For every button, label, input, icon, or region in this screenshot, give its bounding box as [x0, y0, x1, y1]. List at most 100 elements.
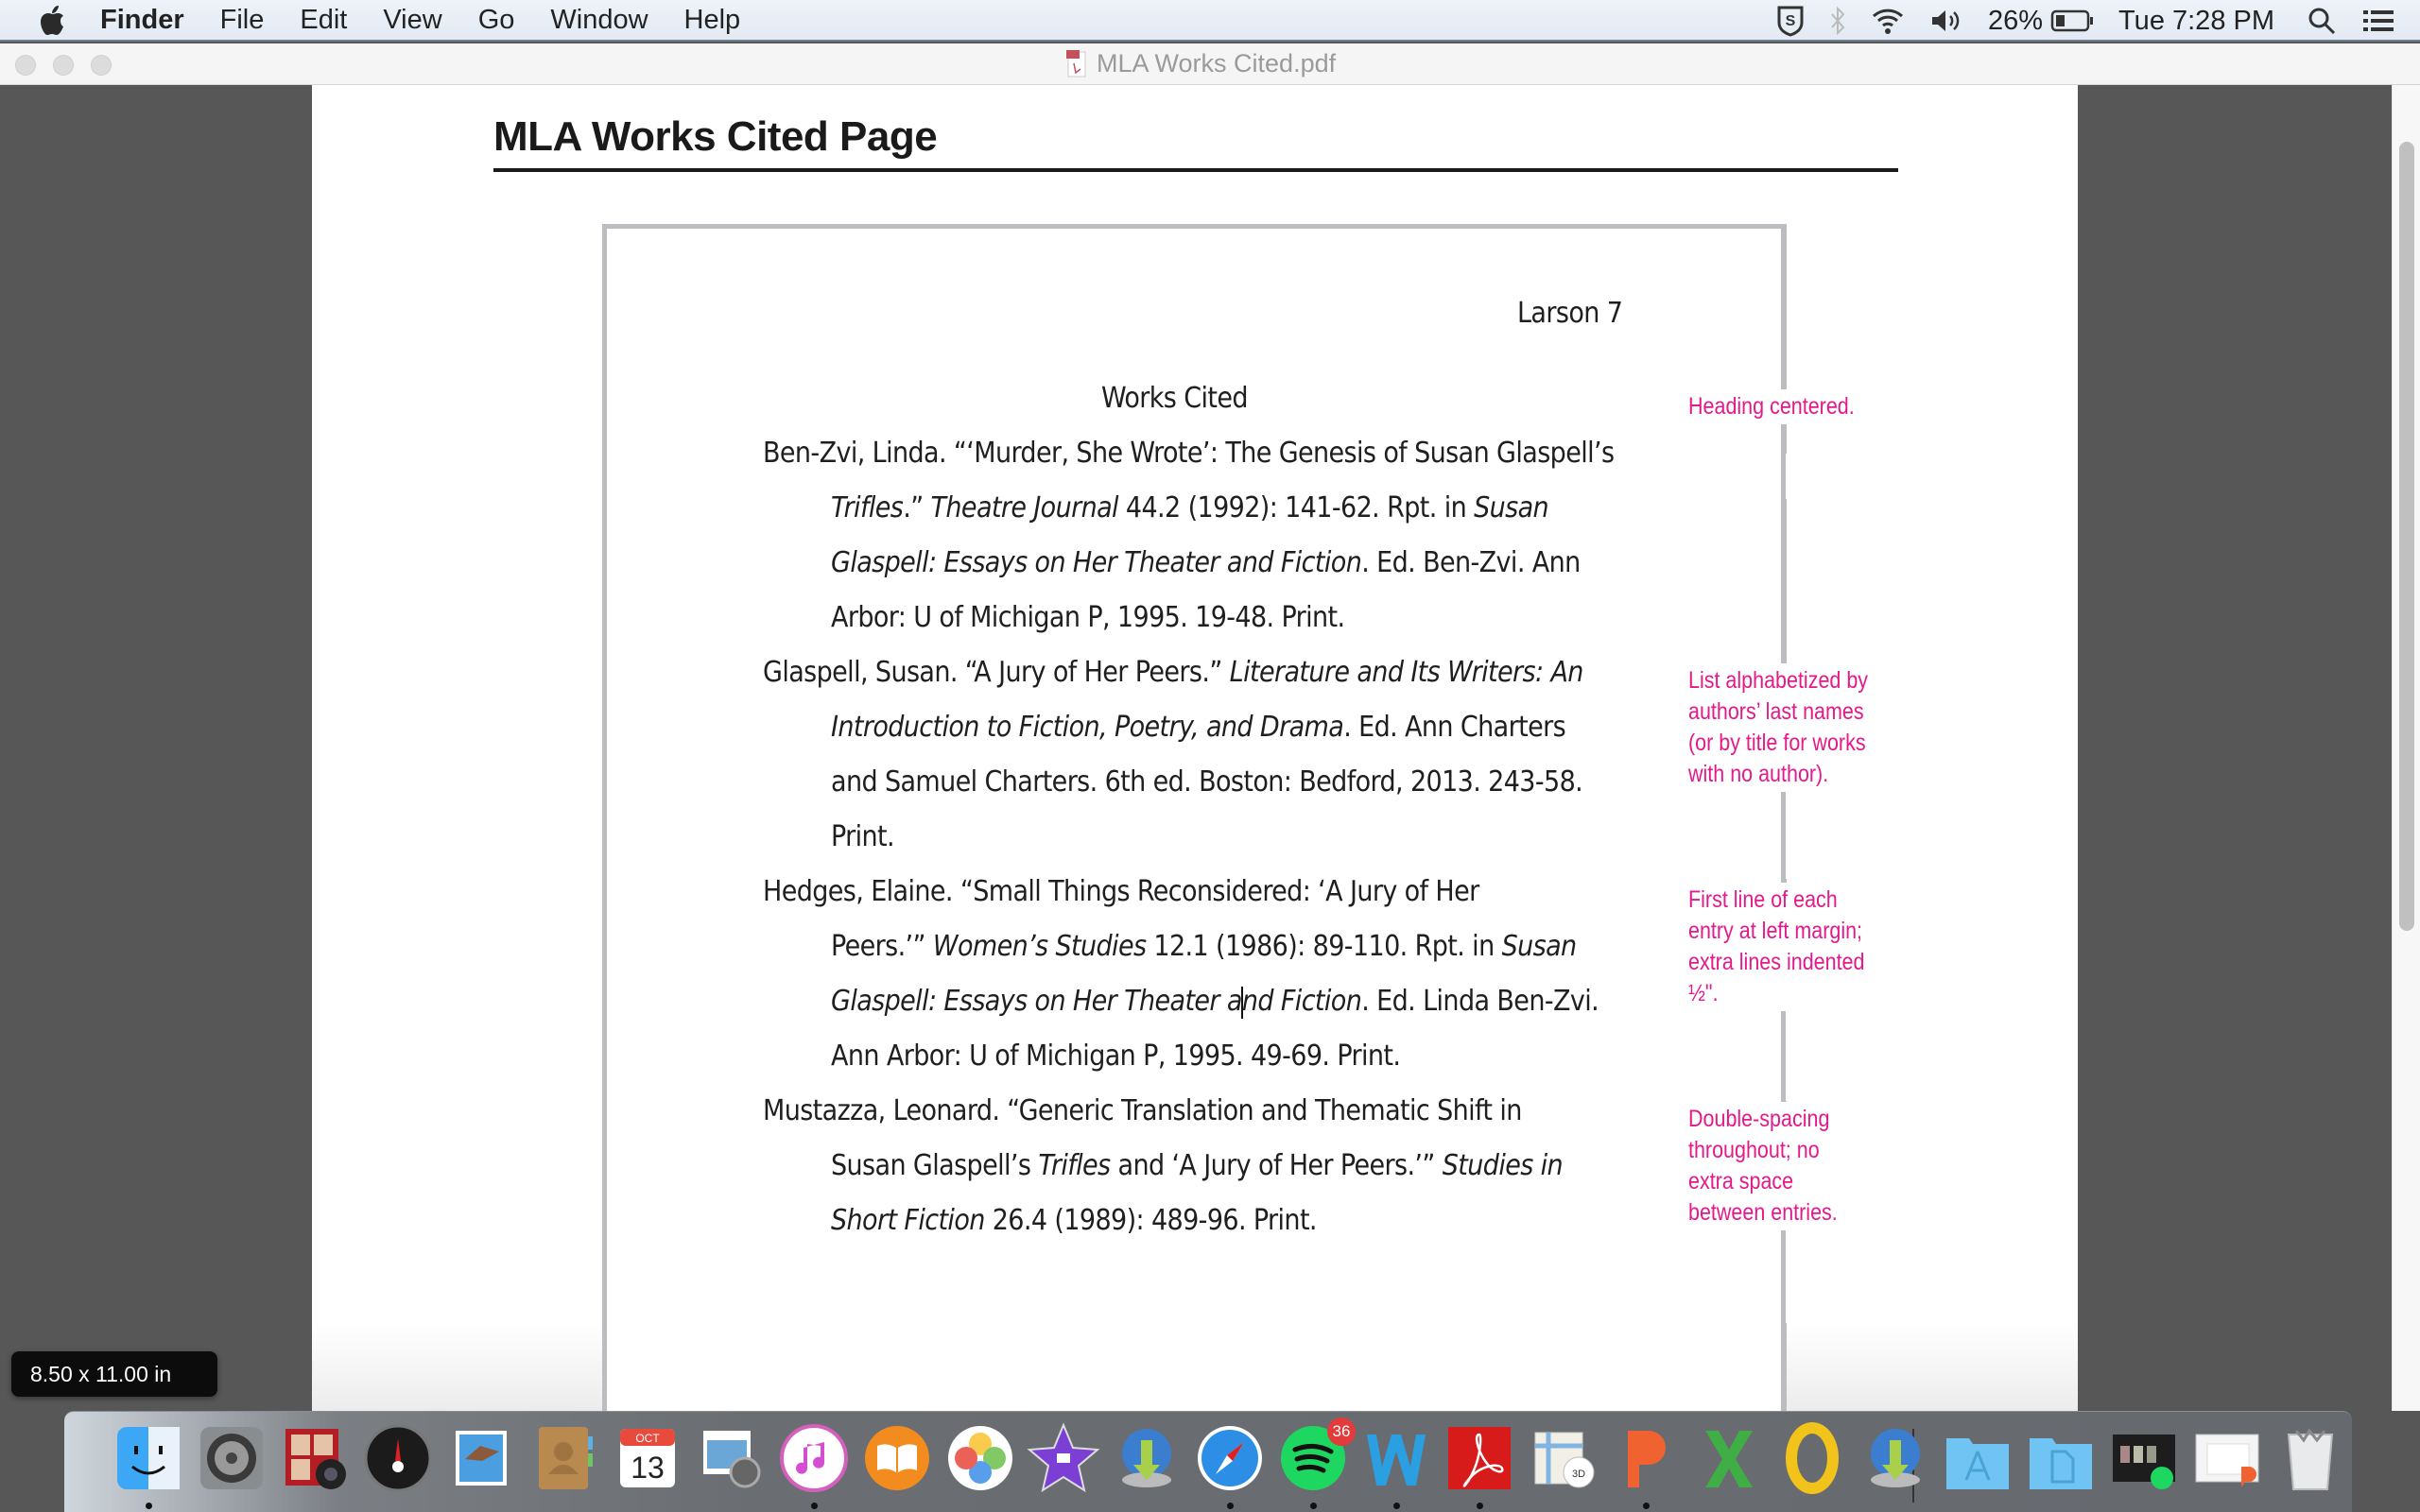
citation-entry-line: Introduction to Fiction, Poetry, and Dra…	[831, 711, 1566, 744]
dock-mail-icon[interactable]	[444, 1421, 518, 1495]
text-segment: .”	[903, 491, 931, 524]
italic-title-segment: Studies in	[1442, 1149, 1564, 1182]
text-segment: Peers.’”	[831, 930, 933, 963]
running-indicator	[1310, 1503, 1317, 1509]
menu-window[interactable]: Window	[550, 5, 648, 36]
page-size-indicator: 8.50 x 11.00 in	[11, 1351, 217, 1397]
text-segment: . Ed. Ann Charters	[1343, 711, 1566, 744]
zoom-window-button[interactable]	[91, 55, 112, 76]
running-indicator	[1643, 1503, 1650, 1509]
menu-edit[interactable]: Edit	[300, 5, 347, 36]
volume-icon[interactable]	[1929, 7, 1963, 35]
battery-percent[interactable]: 26%	[1988, 6, 2043, 37]
italic-title-segment: Theatre Journal	[930, 491, 1119, 524]
dock-downloader-icon[interactable]	[1110, 1421, 1184, 1495]
dock-dashboard-icon[interactable]	[361, 1421, 435, 1495]
spotlight-search-icon[interactable]	[2307, 6, 2337, 36]
scrollbar-thumb[interactable]	[2399, 142, 2414, 931]
dock-microsoft-excel-icon[interactable]	[1692, 1421, 1766, 1495]
text-segment: and ‘A Jury of Her Peers.’”	[1110, 1149, 1443, 1182]
menu-go[interactable]: Go	[478, 5, 515, 36]
text-segment: Susan Glaspell’s	[831, 1149, 1039, 1182]
svg-text:S: S	[1786, 13, 1796, 29]
dock-finder-icon[interactable]	[112, 1421, 185, 1495]
text-segment: 44.2 (1992): 141-62. Rpt. in	[1117, 491, 1475, 524]
italic-title-segment: Glaspell: Essays on Her Theater and Fict…	[831, 546, 1362, 579]
dock-spotify-window-icon[interactable]	[2107, 1421, 2181, 1495]
bluetooth-icon[interactable]	[1829, 7, 1846, 35]
running-head: Larson 7	[1517, 297, 1623, 330]
dock-maps-icon[interactable]: 3D	[1526, 1421, 1599, 1495]
pdf-page: MLA Works Cited Page Larson 7 Works Cite…	[312, 85, 2078, 1411]
document-viewer[interactable]: MLA Works Cited Page Larson 7 Works Cite…	[0, 85, 2420, 1411]
citation-entry-line: Susan Glaspell’s Trifles and ‘A Jury of …	[831, 1149, 1564, 1182]
annotation-heading-centered: Heading centered.	[1688, 389, 1855, 424]
annotation-double-spacing: Double-spacing throughout; no extra spac…	[1688, 1102, 1838, 1230]
dock-documents-icon[interactable]	[2024, 1421, 2098, 1495]
svg-text:OCT: OCT	[635, 1432, 660, 1445]
italic-title-segment: Literature and Its Writers: An	[1229, 656, 1584, 689]
running-indicator	[1477, 1503, 1483, 1509]
window-title-bar: MLA Works Cited.pdf	[0, 43, 2420, 85]
italic-title-segment: Susan	[1474, 491, 1549, 524]
menu-file[interactable]: File	[220, 5, 265, 36]
notification-center-icon[interactable]	[2361, 8, 2395, 34]
menu-help[interactable]: Help	[684, 5, 741, 36]
dock-spotify-icon[interactable]: 36	[1276, 1418, 1356, 1495]
dock-downloader-2-icon[interactable]	[1858, 1421, 1932, 1495]
dock-preview-icon[interactable]	[694, 1421, 768, 1495]
dock-ibooks-icon[interactable]	[860, 1421, 934, 1495]
dock-itunes-icon[interactable]	[777, 1421, 851, 1495]
text-segment: Glaspell, Susan. “A Jury of Her Peers.”	[763, 656, 1230, 689]
dock-powerpoint-window-icon[interactable]	[2190, 1421, 2264, 1495]
citation-entry-first-line: Glaspell, Susan. “A Jury of Her Peers.” …	[763, 656, 1583, 689]
close-window-button[interactable]	[15, 55, 36, 76]
battery-icon[interactable]	[2050, 9, 2094, 33]
dock-microsoft-outlook-icon[interactable]	[1775, 1421, 1849, 1495]
dock-safari-icon[interactable]	[1193, 1421, 1267, 1495]
minimize-window-button[interactable]	[53, 55, 74, 76]
menu-bar: Finder File Edit View Go Window Help S 2…	[0, 0, 2420, 42]
apple-icon[interactable]	[38, 4, 66, 36]
italic-title-segment: Glaspell: Essays on Her Theater a	[831, 985, 1242, 1018]
vertical-scrollbar[interactable]	[2392, 85, 2420, 1411]
italic-title-segment: Susan	[1501, 930, 1578, 963]
document-heading: MLA Works Cited Page	[493, 113, 938, 160]
italic-title-segment: Short Fiction	[831, 1204, 985, 1237]
text-segment: Arbor: U of Michigan P, 1995. 19-48. Pri…	[831, 601, 1345, 634]
italic-title-segment: Introduction to Fiction, Poetry, and Dra…	[831, 711, 1344, 744]
dock-adobe-acrobat-icon[interactable]	[1443, 1421, 1516, 1495]
italic-title-segment: Women’s Studies	[932, 930, 1147, 963]
dock-microsoft-powerpoint-icon[interactable]	[1609, 1421, 1683, 1495]
wifi-icon[interactable]	[1871, 7, 1905, 35]
citation-entry-first-line: Ben-Zvi, Linda. “‘Murder, She Wrote’: Th…	[763, 437, 1615, 470]
dock-imovie-icon[interactable]	[1027, 1421, 1100, 1495]
citation-entry-line: Print.	[831, 820, 895, 853]
dock-system-preferences-icon[interactable]	[195, 1421, 268, 1495]
dock-trash-icon[interactable]	[2273, 1421, 2347, 1495]
dock-photo-booth-icon[interactable]	[278, 1421, 352, 1495]
running-indicator	[146, 1503, 152, 1509]
running-indicator	[1393, 1503, 1400, 1509]
text-segment: Ben-Zvi, Linda. “‘Murder, She Wrote’: Th…	[763, 437, 1615, 470]
dock-applications-icon[interactable]	[1941, 1421, 2014, 1495]
text-segment: Mustazza, Leonard. “Generic Translation …	[763, 1094, 1522, 1127]
dock-photos-icon[interactable]	[943, 1421, 1017, 1495]
menu-finder[interactable]: Finder	[100, 5, 184, 36]
works-cited-title: Works Cited	[1101, 382, 1248, 415]
sophos-shield-icon[interactable]: S	[1776, 5, 1805, 37]
svg-text:13: 13	[631, 1451, 665, 1485]
svg-text:3D: 3D	[1572, 1469, 1585, 1480]
menu-view[interactable]: View	[383, 5, 441, 36]
annotation-connector	[1782, 1323, 1787, 1411]
citation-entry-line: Trifles.” Theatre Journal 44.2 (1992): 1…	[831, 491, 1549, 524]
pdf-file-icon	[1066, 49, 1087, 78]
text-segment: . Ed. Ben-Zvi. Ann	[1361, 546, 1581, 579]
dock-calendar-icon[interactable]: OCT 13	[611, 1421, 684, 1495]
menubar-clock[interactable]: Tue 7:28 PM	[2118, 6, 2274, 37]
citation-entry-line: Arbor: U of Michigan P, 1995. 19-48. Pri…	[831, 601, 1345, 634]
dock-contacts-icon[interactable]	[527, 1421, 601, 1495]
text-segment: 26.4 (1989): 489-96. Print.	[984, 1204, 1318, 1237]
window-title-text: MLA Works Cited.pdf	[1097, 49, 1337, 77]
dock-microsoft-word-icon[interactable]	[1359, 1421, 1433, 1495]
